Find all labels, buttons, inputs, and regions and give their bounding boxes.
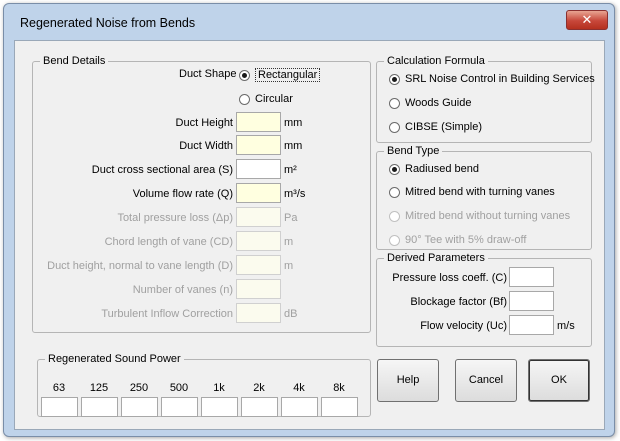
band-label: 1k [213, 382, 225, 394]
band-value-4k[interactable] [281, 397, 318, 417]
turbulent-inflow-unit: dB [284, 308, 298, 320]
band-value-250[interactable] [121, 397, 158, 417]
total-pressure-loss-label: Total pressure loss (Δp) [117, 212, 233, 224]
radio-srl-label: SRL Noise Control in Building Services [405, 73, 595, 85]
radio-mitred-without-vanes-label: Mitred bend without turning vanes [405, 210, 571, 222]
band-label: 4k [293, 382, 305, 394]
duct-shape-label: Duct Shape [179, 68, 237, 80]
radio-woods-guide[interactable]: Woods Guide [389, 97, 471, 109]
band-label: 63 [52, 382, 66, 394]
help-button[interactable]: Help [377, 359, 439, 402]
radio-tee-dot [389, 234, 400, 246]
duct-height-normal-input [236, 255, 281, 275]
close-icon[interactable]: ✕ [566, 10, 608, 30]
radio-cibse[interactable]: CIBSE (Simple) [389, 121, 482, 133]
radio-tee-label: 90° Tee with 5% draw-off [405, 234, 527, 246]
radio-mitred-without-vanes-dot [389, 210, 400, 222]
sound-power-group: Regenerated Sound Power 63 125 250 500 1… [37, 353, 371, 417]
title-bar[interactable]: Regenerated Noise from Bends ✕ [4, 4, 614, 38]
radio-rectangular-dot[interactable] [239, 69, 250, 81]
total-pressure-loss-unit: Pa [284, 212, 298, 224]
bend-details-legend: Bend Details [43, 55, 106, 67]
radio-woods-guide-dot[interactable] [389, 97, 400, 109]
radio-tee: 90° Tee with 5% draw-off [389, 234, 526, 246]
bend-type-legend: Bend Type [387, 145, 440, 157]
band-label: 2k [253, 382, 265, 394]
duct-height-label: Duct Height [175, 117, 233, 129]
band-label: 250 [129, 382, 149, 394]
turbulent-inflow-input [236, 303, 281, 323]
band-value-63[interactable] [41, 397, 78, 417]
chord-length-input [236, 231, 281, 251]
window-title: Regenerated Noise from Bends [20, 16, 196, 30]
duct-height-input[interactable] [236, 112, 281, 132]
band-value-1k[interactable] [201, 397, 238, 417]
duct-width-input[interactable] [236, 135, 281, 155]
radio-rectangular[interactable]: Rectangular [239, 68, 321, 82]
duct-width-unit: mm [284, 140, 303, 152]
number-of-vanes-label: Number of vanes (n) [132, 284, 233, 296]
duct-height-normal-label: Duct height, normal to vane length (D) [47, 260, 233, 272]
radio-srl[interactable]: SRL Noise Control in Building Services [389, 73, 595, 85]
ok-button[interactable]: OK [528, 359, 590, 402]
pressure-loss-coeff-label: Pressure loss coeff. (C) [392, 272, 507, 284]
dialog-window: Regenerated Noise from Bends ✕ Bend Deta… [3, 3, 615, 437]
duct-width-label: Duct Width [179, 140, 233, 152]
radio-circular-dot[interactable] [239, 93, 250, 105]
flow-velocity-label: Flow velocity (Uc) [420, 320, 507, 332]
bend-type-group: Bend Type Radiused bend Mitred bend with… [376, 145, 592, 250]
blockage-factor-label: Blockage factor (Bf) [410, 296, 507, 308]
radio-mitred-without-vanes: Mitred bend without turning vanes [389, 210, 570, 222]
band-value-2k[interactable] [241, 397, 278, 417]
number-of-vanes-input [236, 279, 281, 299]
blockage-factor-input[interactable] [509, 291, 554, 311]
total-pressure-loss-input [236, 207, 281, 227]
radio-mitred-with-vanes-dot[interactable] [389, 186, 400, 198]
sound-power-legend: Regenerated Sound Power [48, 353, 181, 365]
volume-flow-rate-input[interactable] [236, 183, 281, 203]
band-value-8k[interactable] [321, 397, 358, 417]
chord-length-unit: m [284, 236, 294, 248]
volume-flow-rate-unit: m³/s [284, 188, 306, 200]
radio-circular-label: Circular [255, 93, 293, 105]
radio-srl-dot[interactable] [389, 73, 400, 85]
cross-section-area-input[interactable] [236, 159, 281, 179]
turbulent-inflow-label: Turbulent Inflow Correction [101, 308, 233, 320]
radio-woods-guide-label: Woods Guide [405, 97, 472, 109]
volume-flow-rate-label: Volume flow rate (Q) [132, 188, 233, 200]
cross-section-area-unit: m² [284, 164, 297, 176]
radio-radiused-bend-dot[interactable] [389, 163, 400, 175]
duct-height-normal-unit: m [284, 260, 294, 272]
radio-cibse-label: CIBSE (Simple) [405, 121, 483, 133]
radio-radiused-bend-label: Radiused bend [405, 163, 480, 175]
band-value-500[interactable] [161, 397, 198, 417]
pressure-loss-coeff-input[interactable] [509, 267, 554, 287]
band-label: 8k [333, 382, 345, 394]
cross-section-area-label: Duct cross sectional area (S) [91, 164, 233, 176]
cancel-button[interactable]: Cancel [455, 359, 517, 402]
derived-parameters-legend: Derived Parameters [387, 252, 485, 264]
derived-parameters-group: Derived Parameters Pressure loss coeff. … [376, 252, 592, 347]
calculation-formula-legend: Calculation Formula [387, 55, 485, 67]
radio-rectangular-label: Rectangular [255, 68, 321, 82]
radio-circular[interactable]: Circular [239, 93, 293, 105]
dialog-client-area: Bend Details Duct Shape Rectangular Circ… [14, 40, 605, 430]
flow-velocity-unit: m/s [557, 320, 575, 332]
radio-mitred-with-vanes[interactable]: Mitred bend with turning vanes [389, 186, 555, 198]
chord-length-label: Chord length of vane (CD) [104, 236, 233, 248]
radio-radiused-bend[interactable]: Radiused bend [389, 163, 479, 175]
flow-velocity-input[interactable] [509, 315, 554, 335]
band-value-125[interactable] [81, 397, 118, 417]
band-label: 125 [89, 382, 109, 394]
calculation-formula-group: Calculation Formula SRL Noise Control in… [376, 55, 595, 143]
duct-height-unit: mm [284, 117, 303, 129]
band-label: 500 [169, 382, 189, 394]
radio-mitred-with-vanes-label: Mitred bend with turning vanes [405, 186, 555, 198]
radio-cibse-dot[interactable] [389, 121, 400, 133]
bend-details-group: Bend Details Duct Shape Rectangular Circ… [32, 55, 371, 333]
